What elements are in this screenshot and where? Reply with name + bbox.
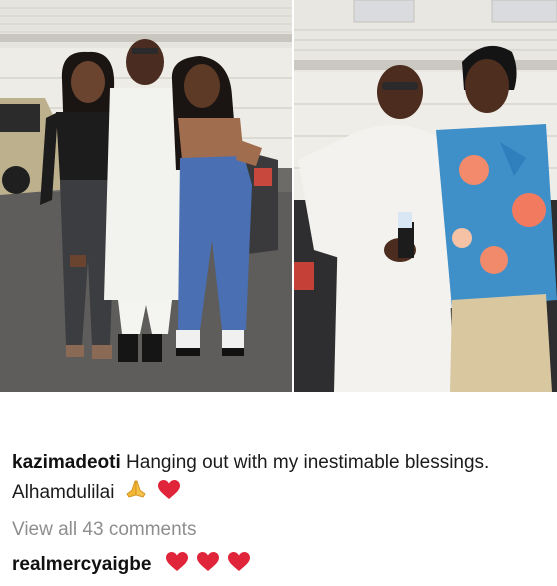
view-all-comments-link[interactable]: View all 43 comments <box>12 518 547 542</box>
folded-hands-icon <box>124 477 148 510</box>
red-heart-icon <box>165 551 189 581</box>
comment-emojis <box>163 552 252 575</box>
caption-username[interactable]: kazimadeoti <box>12 452 121 473</box>
top-comment: realmercyaigbe <box>12 551 547 581</box>
red-heart-icon <box>157 479 181 510</box>
post-photo-group-of-three[interactable] <box>0 0 292 392</box>
instagram-post: 36 <box>0 0 557 586</box>
comment-username[interactable]: realmercyaigbe <box>12 554 151 575</box>
post-photo-collage[interactable]: 36 <box>0 0 557 392</box>
post-photo-with-son[interactable]: 36 <box>294 0 557 392</box>
group-photo-illustration <box>0 0 292 392</box>
post-caption: kazimadeoti Hanging out with my inestima… <box>12 448 547 510</box>
post-caption-area: kazimadeoti Hanging out with my inestima… <box>12 448 547 581</box>
red-heart-icon <box>196 551 220 581</box>
duo-photo-illustration: 36 <box>294 0 557 392</box>
red-heart-icon <box>227 551 251 581</box>
